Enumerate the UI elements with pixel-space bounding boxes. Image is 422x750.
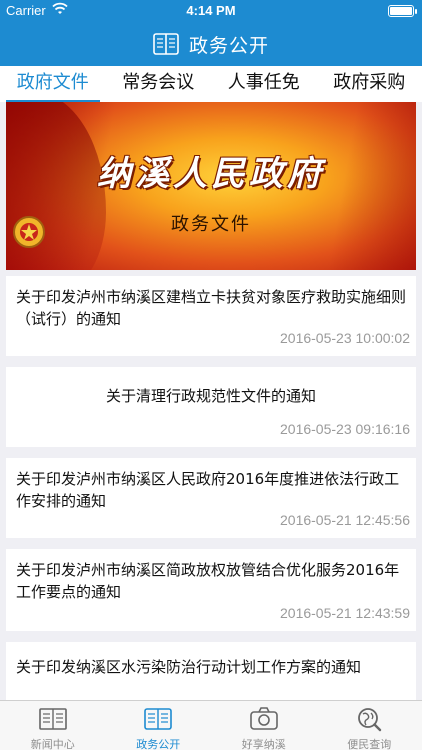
status-bar: Carrier 4:14 PM (0, 0, 422, 22)
battery-icon (388, 5, 417, 17)
list-item[interactable]: 关于印发泸州市纳溪区建档立卡扶贫对象医疗救助实施细则（试行）的通知 2016-0… (6, 276, 416, 356)
bottom-tab-bar: 新闻中心 政务公开 好享纳溪 便民查询 (0, 700, 422, 750)
tabbar-label: 好享纳溪 (241, 738, 286, 750)
article-title: 关于印发泸州市纳溪区简政放权放管结合优化服务2016年工作要点的通知 (16, 561, 400, 601)
article-title: 关于清理行政规范性文件的通知 (105, 387, 316, 405)
category-tabs: 政府文件 常务会议 人事任免 政府采购 (0, 66, 422, 102)
globe-search-icon (358, 708, 382, 732)
tabbar-item-government-affairs[interactable]: 政务公开 (106, 701, 212, 750)
article-title: 关于印发泸州市纳溪区建档立卡扶贫对象医疗救助实施细则（试行）的通知 (16, 288, 407, 328)
tabbar-label: 新闻中心 (30, 738, 75, 750)
list-item[interactable]: 关于印发泸州市纳溪区人民政府2016年度推进依法行政工作安排的通知 2016-0… (6, 458, 416, 538)
tabbar-item-convenience-query[interactable]: 便民查询 (317, 701, 422, 750)
tab-personnel-appointments[interactable]: 人事任免 (211, 66, 317, 102)
article-date: 2016-05-21 12:45:56 (280, 512, 410, 528)
book-icon (144, 708, 173, 730)
list-item[interactable]: 关于印发纳溪区水污染防治行动计划工作方案的通知 (6, 642, 416, 700)
tab-government-procurement[interactable]: 政府采购 (317, 66, 422, 102)
tabbar-label: 便民查询 (347, 738, 392, 750)
list-item[interactable]: 关于印发泸州市纳溪区简政放权放管结合优化服务2016年工作要点的通知 2016-… (6, 549, 416, 631)
list-item[interactable]: 关于清理行政规范性文件的通知 2016-05-23 09:16:16 (6, 367, 416, 447)
banner-image: 纳溪人民政府 政务文件 (6, 102, 416, 270)
navigation-bar: 政务公开 (0, 22, 422, 66)
article-title: 关于印发纳溪区水污染防治行动计划工作方案的通知 (16, 658, 362, 676)
banner-title: 纳溪人民政府 (97, 154, 325, 194)
status-time: 4:14 PM (186, 3, 236, 18)
tabbar-item-news-center[interactable]: 新闻中心 (0, 701, 106, 750)
article-date: 2016-05-23 09:16:16 (280, 421, 410, 437)
tabbar-label: 政务公开 (136, 738, 181, 750)
tab-executive-meetings[interactable]: 常务会议 (106, 66, 212, 102)
page-title: 政务公开 (188, 34, 269, 57)
article-title: 关于印发泸州市纳溪区人民政府2016年度推进依法行政工作安排的通知 (16, 470, 400, 510)
tabbar-item-enjoy-naxi[interactable]: 好享纳溪 (211, 701, 317, 750)
article-date: 2016-05-21 12:43:59 (280, 605, 410, 621)
article-date: 2016-05-23 10:00:02 (280, 330, 410, 346)
banner-subtitle: 政务文件 (171, 214, 251, 235)
tab-government-documents[interactable]: 政府文件 (0, 66, 106, 102)
newspaper-icon (38, 708, 67, 730)
camera-icon (249, 707, 278, 730)
book-icon (153, 33, 179, 55)
